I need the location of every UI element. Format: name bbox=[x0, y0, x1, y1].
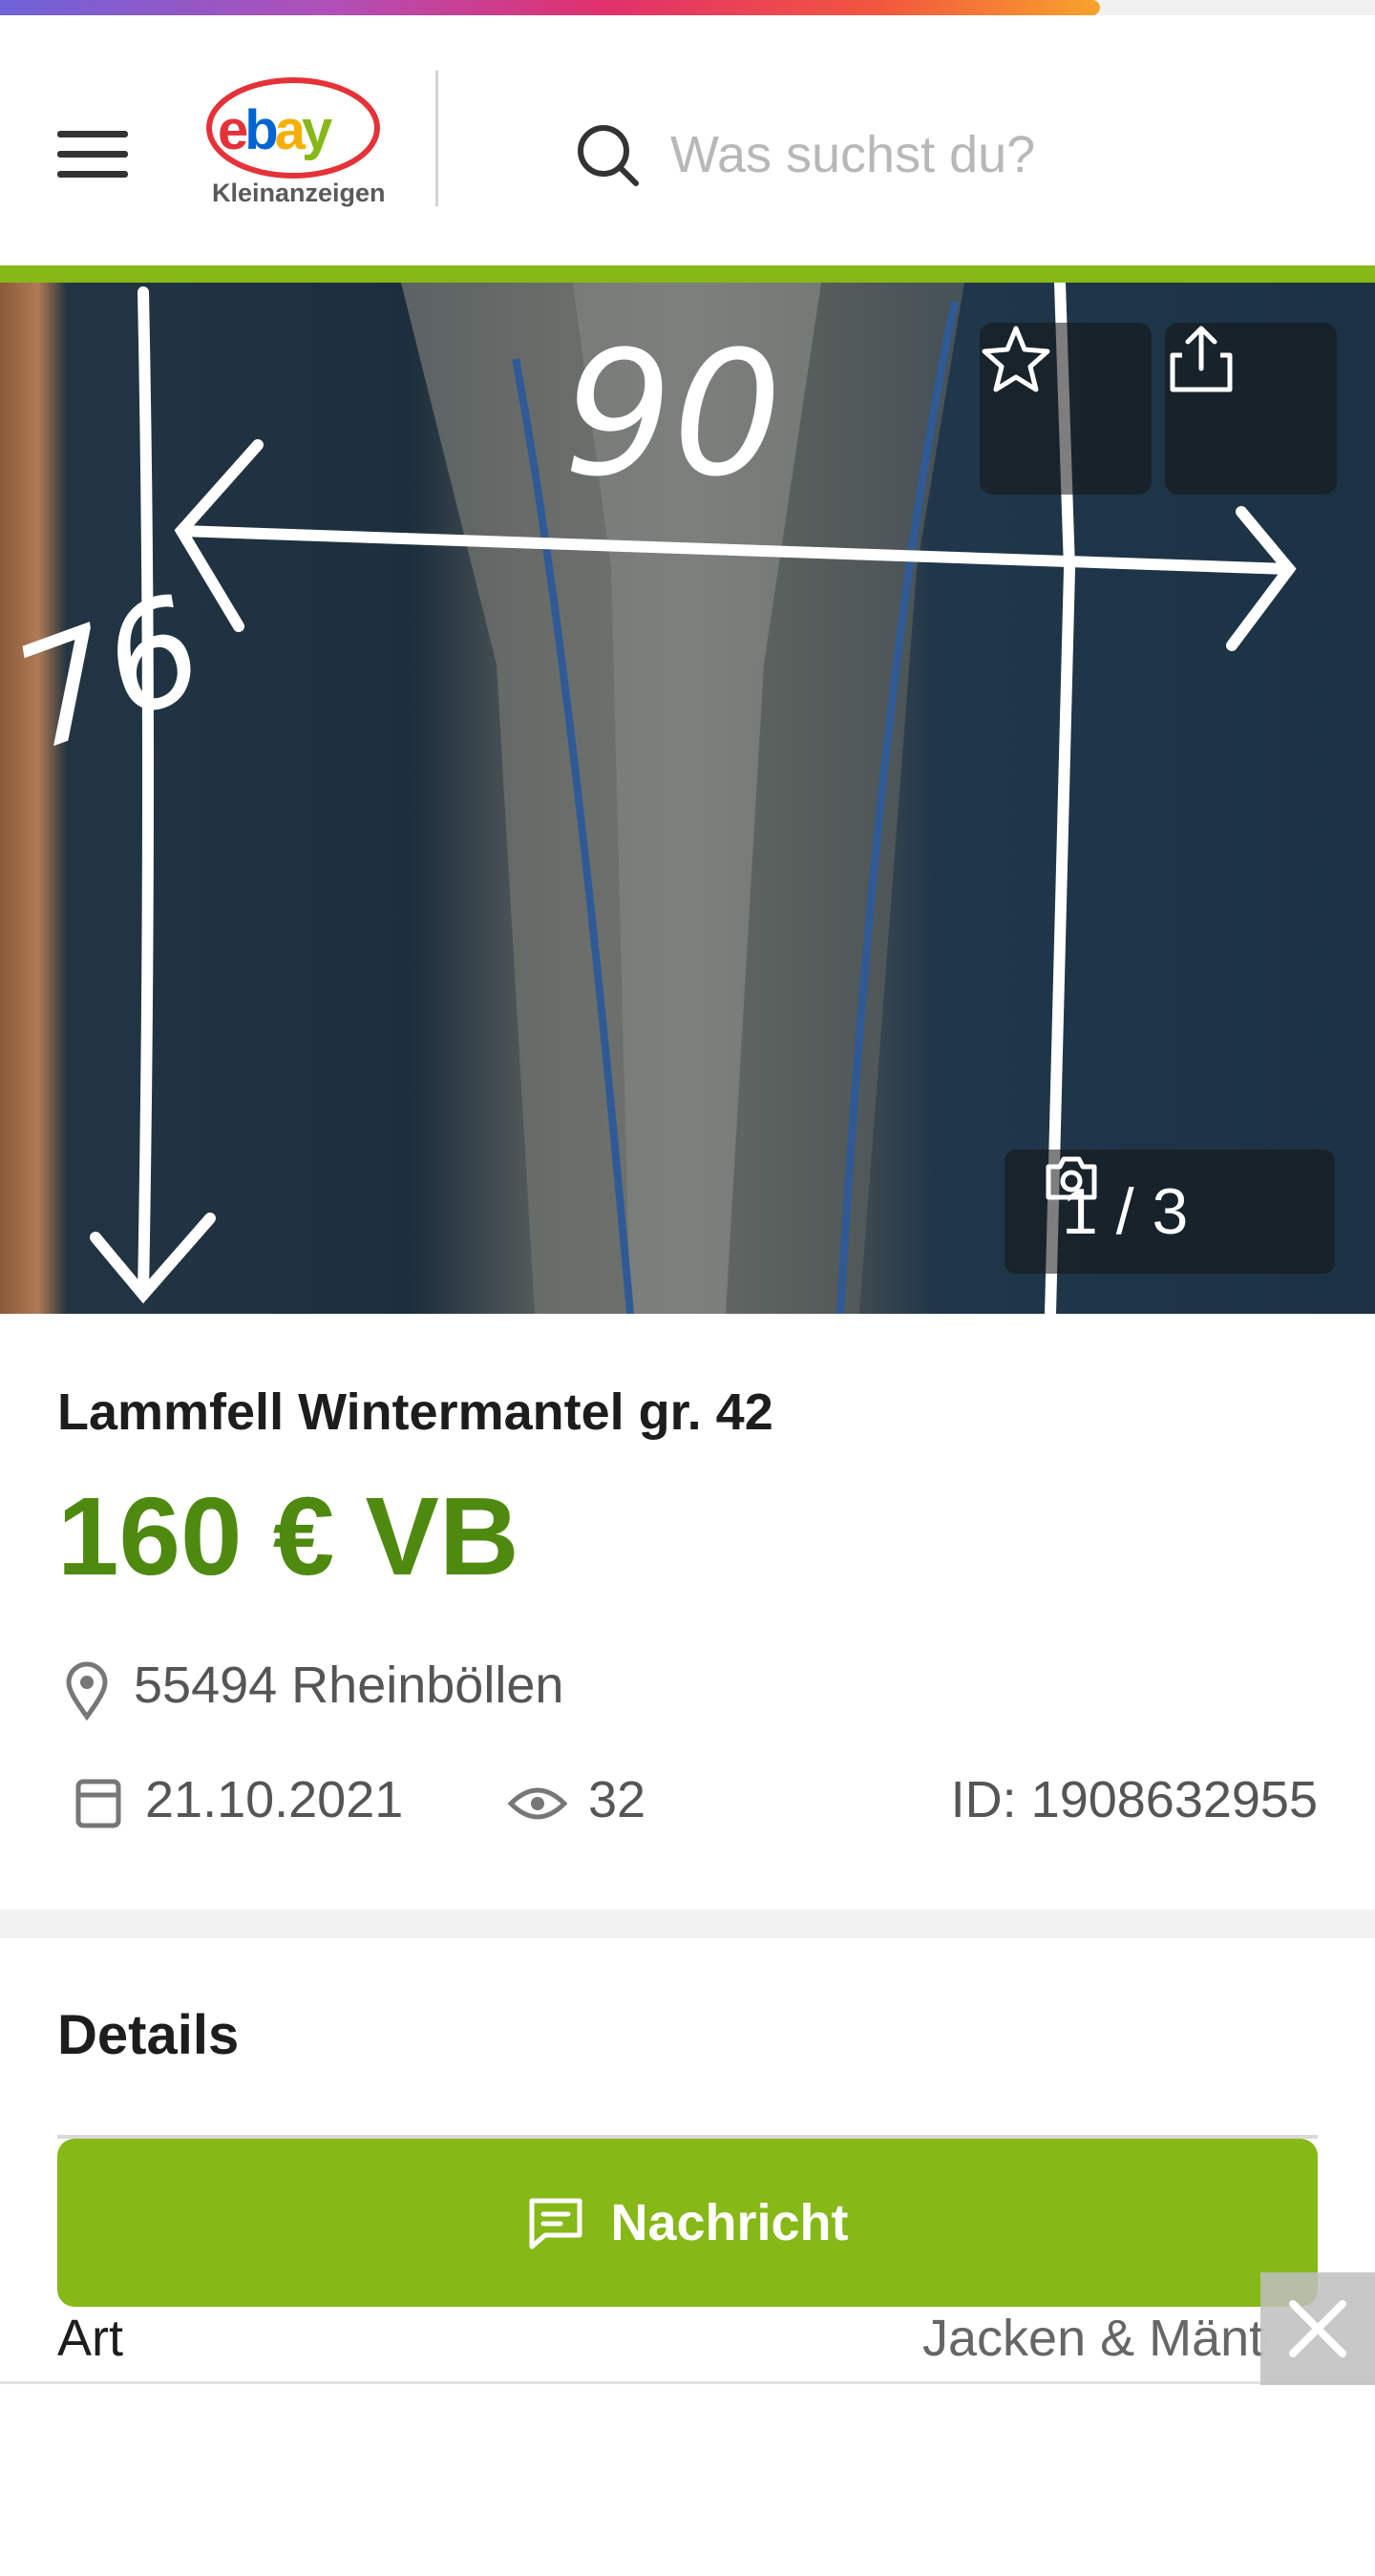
message-button-label: Nachricht bbox=[610, 2194, 849, 2251]
listing-id: ID: 1908632955 bbox=[950, 1771, 1318, 1828]
image-gallery[interactable]: 90 76 1 / 3 bbox=[0, 283, 1375, 1314]
share-icon bbox=[1170, 326, 1233, 392]
search-input[interactable] bbox=[668, 111, 1283, 199]
listing-price: 160 € VB bbox=[57, 1474, 519, 1598]
loading-progress-track bbox=[0, 0, 1375, 15]
star-icon bbox=[982, 326, 1050, 392]
image-counter: 1 / 3 bbox=[1005, 1150, 1335, 1274]
loading-progress-bar bbox=[0, 0, 1100, 15]
search-icon[interactable] bbox=[573, 120, 642, 189]
listing-location: 55494 Rheinböllen bbox=[134, 1657, 564, 1714]
menu-button[interactable] bbox=[57, 111, 149, 197]
close-icon bbox=[1289, 2300, 1346, 2357]
eye-icon bbox=[508, 1787, 567, 1820]
listing-meta: 21.10.2021 32 ID: 1908632955 bbox=[0, 1764, 1375, 1841]
detail-row-label: Art bbox=[57, 2310, 124, 2367]
svg-text:ebay: ebay bbox=[218, 99, 332, 161]
logo-subtitle: Kleinanzeigen bbox=[212, 179, 386, 207]
photo-annotation-length: 76 bbox=[0, 564, 224, 783]
header-accent-line bbox=[0, 265, 1375, 283]
calendar-icon bbox=[75, 1779, 121, 1828]
photo-annotation-width: 90 bbox=[563, 315, 782, 515]
close-button[interactable] bbox=[1260, 2272, 1375, 2385]
detail-row-divider bbox=[0, 2381, 1375, 2384]
section-separator bbox=[0, 1910, 1375, 1938]
camera-icon bbox=[1046, 1156, 1097, 1200]
details-heading: Details bbox=[57, 2004, 240, 2066]
listing-date: 21.10.2021 bbox=[145, 1771, 404, 1828]
favorite-button[interactable] bbox=[980, 323, 1152, 495]
menu-icon-bar bbox=[57, 170, 128, 178]
share-button[interactable] bbox=[1165, 323, 1337, 495]
chat-icon bbox=[529, 2198, 582, 2249]
menu-icon-bar bbox=[57, 150, 128, 158]
listing-views: 32 bbox=[588, 1771, 646, 1828]
listing-title: Lammfell Wintermantel gr. 42 bbox=[57, 1383, 773, 1441]
menu-icon bbox=[57, 130, 128, 137]
message-button[interactable]: Nachricht bbox=[57, 2139, 1318, 2307]
top-header: ebay Kleinanzeigen bbox=[0, 15, 1375, 265]
detail-row-value: Jacken & Mäntel bbox=[922, 2310, 1266, 2367]
location-pin-icon bbox=[66, 1661, 108, 1721]
header-divider bbox=[435, 71, 438, 206]
